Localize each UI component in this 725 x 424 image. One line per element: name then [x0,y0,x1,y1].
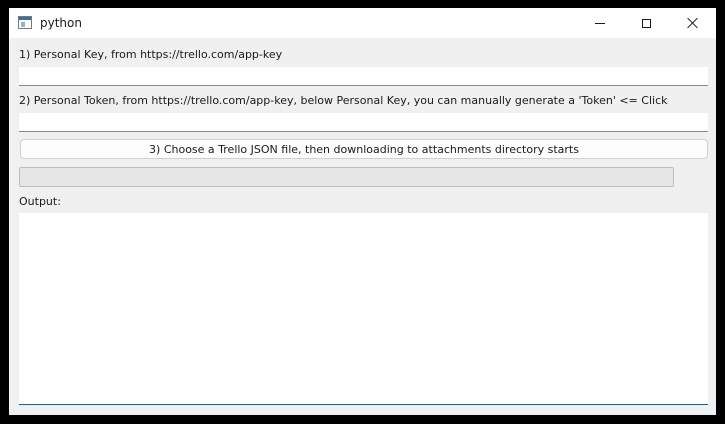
close-button[interactable] [670,8,716,38]
personal-token-label: 2) Personal Token, from https://trello.c… [19,94,668,107]
personal-key-label: 1) Personal Key, from https://trello.com… [19,48,283,61]
minimize-button[interactable] [577,8,623,38]
close-icon [687,17,699,29]
choose-json-file-button[interactable]: 3) Choose a Trello JSON file, then downl… [20,139,708,159]
minimize-icon [595,22,605,24]
app-window: python 1) Personal Key, from https://tre… [9,8,716,415]
download-progress-bar [19,167,674,187]
app-window-icon [18,16,32,29]
maximize-icon [641,18,651,28]
output-text-area[interactable] [19,213,708,405]
title-bar[interactable]: python [9,8,716,38]
window-title: python [40,16,82,30]
output-label: Output: [19,195,61,208]
maximize-button[interactable] [623,8,669,38]
personal-token-input[interactable] [19,113,708,132]
personal-key-input[interactable] [19,67,708,86]
